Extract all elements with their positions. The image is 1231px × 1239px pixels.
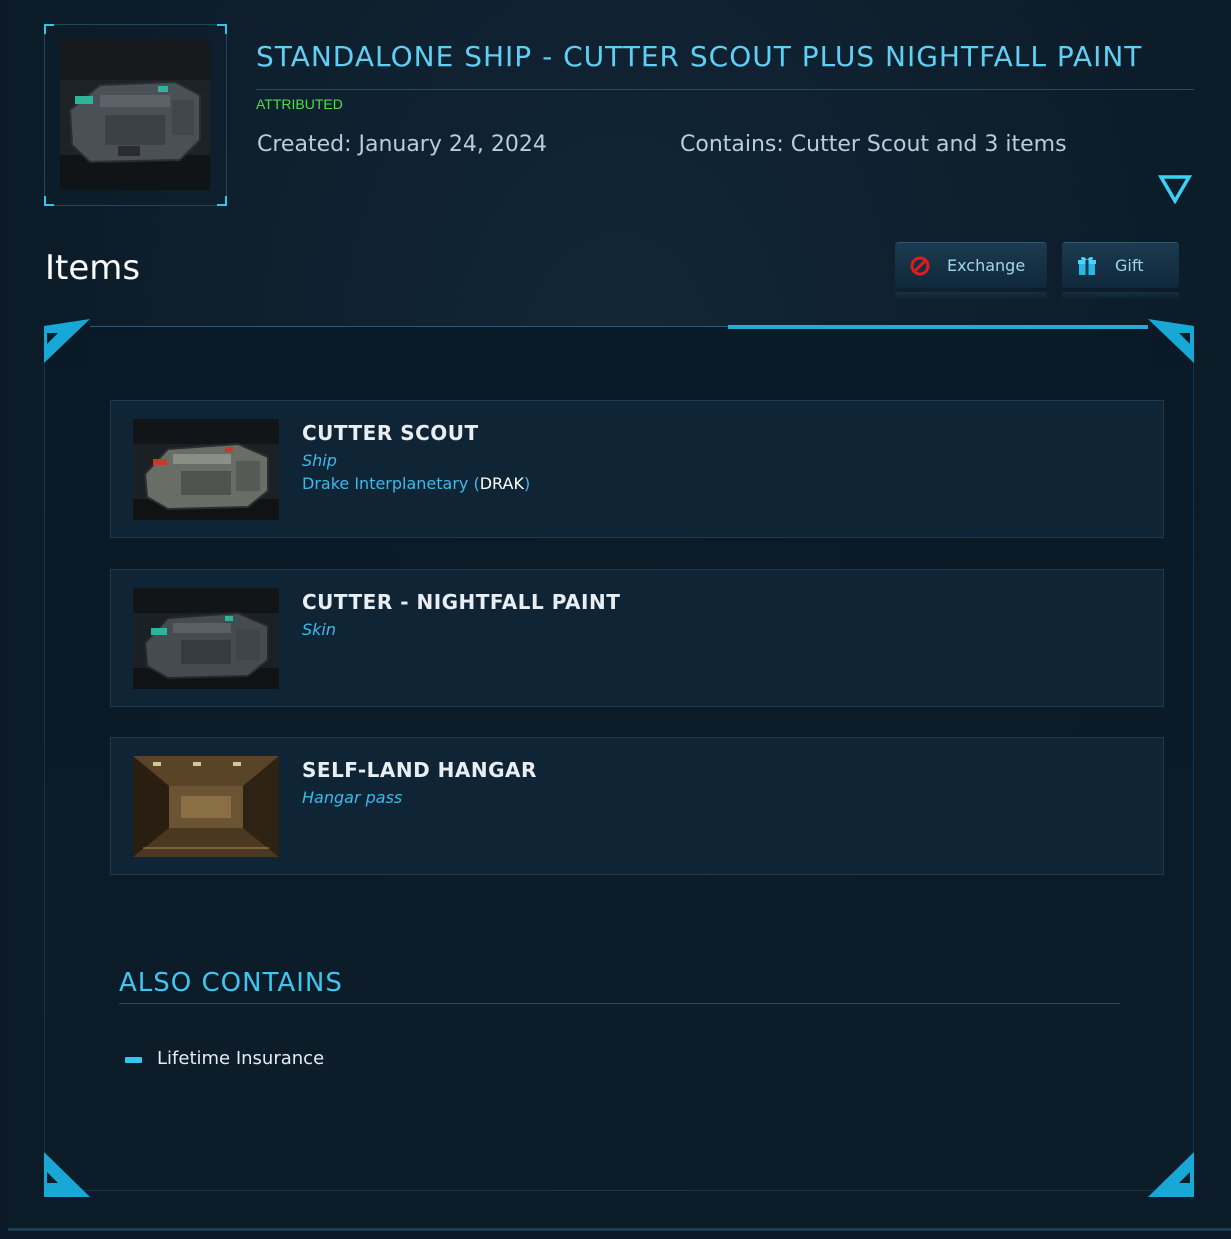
panel-corner-top-right (1148, 319, 1194, 363)
list-item[interactable]: CUTTER - NIGHTFALL PAINT Skin (110, 569, 1164, 707)
hangar-image (133, 756, 279, 857)
frame-corner (217, 24, 227, 34)
pledge-thumbnail-frame (44, 24, 227, 206)
panel-corner-bottom-right (1148, 1152, 1194, 1197)
item-type: Hangar pass (302, 788, 403, 807)
pledge-ship-image (60, 40, 210, 190)
contains-summary: Contains: Cutter Scout and 3 items (680, 132, 1067, 157)
exchange-button-label: Exchange (947, 256, 1026, 275)
item-name: SELF-LAND HANGAR (302, 758, 537, 782)
pledge-title: STANDALONE SHIP - CUTTER SCOUT PLUS NIGH… (256, 40, 1143, 73)
panel-top-accent (728, 325, 1148, 329)
bullet-icon (125, 1057, 142, 1063)
cutter-scout-image (133, 419, 279, 520)
panel-corner-bottom-left (44, 1152, 90, 1197)
also-contains-heading: ALSO CONTAINS (119, 968, 343, 998)
expand-triangle-icon[interactable] (1157, 174, 1193, 205)
list-item[interactable]: CUTTER SCOUT Ship Drake Interplanetary (… (110, 400, 1164, 538)
page-bottom-border (8, 1228, 1231, 1231)
list-item[interactable]: SELF-LAND HANGAR Hangar pass (110, 737, 1164, 875)
also-contains-item: Lifetime Insurance (157, 1048, 325, 1069)
also-contains-divider (119, 1003, 1120, 1004)
frame-corner (44, 196, 54, 206)
prohibited-icon (909, 255, 931, 277)
item-manufacturer: Drake Interplanetary (DRAK) (302, 474, 530, 493)
created-date: Created: January 24, 2024 (257, 132, 547, 157)
exchange-button[interactable]: Exchange (895, 242, 1047, 300)
manufacturer-code: DRAK (479, 474, 524, 493)
panel-corner-top-left (44, 319, 90, 363)
gift-button[interactable]: Gift (1062, 242, 1179, 300)
items-heading: Items (45, 248, 141, 288)
frame-corner (217, 196, 227, 206)
nightfall-paint-image (133, 588, 279, 689)
gift-icon (1076, 255, 1098, 277)
attributed-status: ATTRIBUTED (256, 96, 343, 112)
item-name: CUTTER SCOUT (302, 421, 479, 445)
item-type: Skin (302, 620, 337, 639)
item-type: Ship (302, 451, 337, 470)
item-name: CUTTER - NIGHTFALL PAINT (302, 590, 621, 614)
panel-top-border (90, 326, 728, 327)
manufacturer-name: Drake Interplanetary ( (302, 474, 480, 493)
title-divider (256, 89, 1194, 90)
gift-button-label: Gift (1115, 256, 1144, 275)
frame-corner (44, 24, 54, 34)
manufacturer-close: ) (523, 474, 531, 493)
